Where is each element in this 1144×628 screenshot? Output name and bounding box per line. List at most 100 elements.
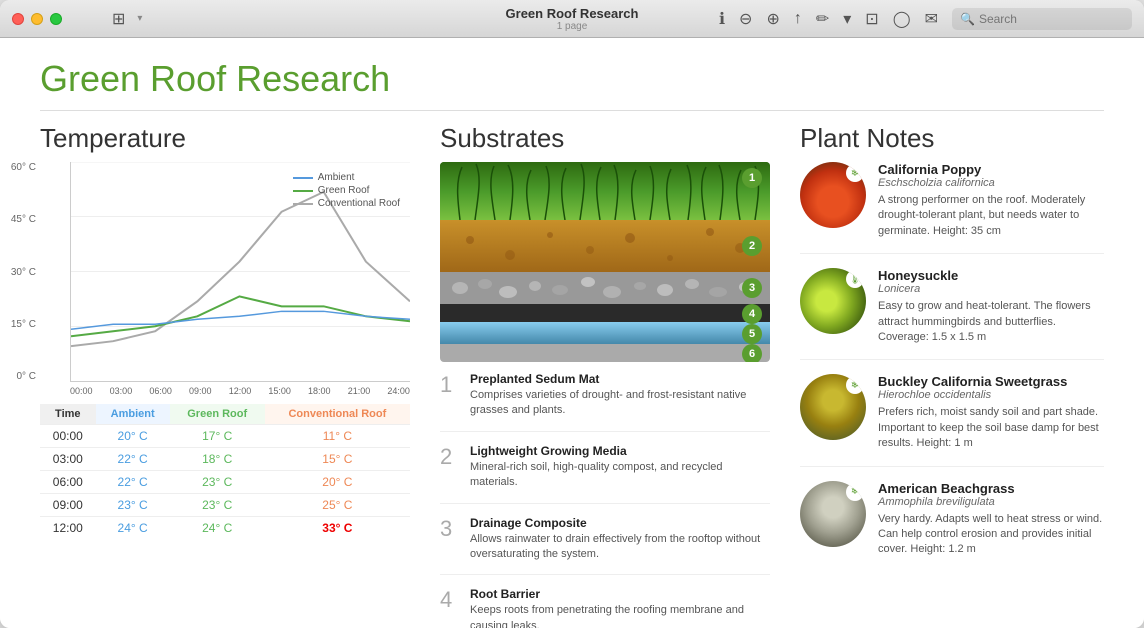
legend-ambient-line [293,177,313,179]
temperature-table: Time Ambient Green Roof Conventional Roo… [40,404,410,539]
x-label-1500: 15:00 [268,386,291,396]
x-axis-labels: 00:00 03:00 06:00 09:00 12:00 15:00 18:0… [70,386,410,396]
layer-5-blue: 5 [440,322,770,344]
plant-name: Buckley California Sweetgrass [878,374,1104,389]
plant-scientific: Eschscholzia californica [878,177,1104,189]
substrate-num: 1 [440,372,460,419]
substrate-title: Preplanted Sedum Mat [470,372,770,386]
minimize-button[interactable] [31,13,43,25]
user-icon[interactable]: ◯ [893,9,911,29]
resize-icon[interactable]: ⊡ [865,9,878,29]
plant-list: ❄ California Poppy Eschscholzia californ… [800,162,1104,572]
layer-4-membrane: 4 [440,304,770,322]
x-label-0000: 00:00 [70,386,93,396]
x-label-0600: 06:00 [149,386,172,396]
annotate-icon[interactable]: ✏ [816,9,829,29]
x-label-1800: 18:00 [308,386,331,396]
app-window: ⊞ ▾ Green Roof Research 1 page ℹ ⊖ ⊕ ↑ ✏… [0,0,1144,628]
plant-status-icon: ❄ [846,483,864,501]
titlebar: ⊞ ▾ Green Roof Research 1 page ℹ ⊖ ⊕ ↑ ✏… [0,0,1144,38]
plant-scientific: Hierochloe occidentalis [878,389,1104,401]
cell-green: 23° C [170,471,265,494]
cell-conv: 33° C [265,517,410,540]
cell-ambient: 23° C [96,494,170,517]
substrate-description: Keeps roots from penetrating the roofing… [470,603,770,628]
layer-1-grass: 1 [440,162,770,220]
layer-num-2: 2 [742,236,762,256]
zoom-out-icon[interactable]: ⊖ [739,9,752,29]
list-item: 3 Drainage Composite Allows rainwater to… [440,516,770,576]
substrates-section: Substrates 1 [440,123,770,628]
table-row: 06:00 22° C 23° C 20° C [40,471,410,494]
plant-description: A strong performer on the roof. Moderate… [878,193,1104,239]
list-item: 2 Lightweight Growing Media Mineral-rich… [440,444,770,504]
document-subtitle: 1 page [506,21,639,32]
plant-info: Honeysuckle Lonicera Easy to grow and he… [878,268,1104,345]
plant-name: California Poppy [878,162,1104,177]
share-icon[interactable]: ↑ [794,10,802,28]
substrate-text: Lightweight Growing Media Mineral-rich s… [470,444,770,491]
traffic-lights [12,13,62,25]
sidebar-toggle-icon[interactable]: ⊞ [112,9,125,29]
cell-time: 06:00 [40,471,96,494]
substrate-num: 4 [440,587,460,628]
cell-ambient: 24° C [96,517,170,540]
markup-icon[interactable]: ✉ [925,9,938,29]
layer-3-gravel: 3 [440,272,770,304]
substrate-title: Lightweight Growing Media [470,444,770,458]
y-axis-labels: 0° C 15° C 30° C 45° C 60° C [10,162,36,382]
layer-2-soil: 2 [440,220,770,272]
table-row: 03:00 22° C 18° C 15° C [40,448,410,471]
plant-info: Buckley California Sweetgrass Hierochloe… [878,374,1104,451]
cell-green: 18° C [170,448,265,471]
cell-conv: 11° C [265,425,410,448]
substrate-description: Allows rainwater to drain effectively fr… [470,532,770,563]
plant-notes-section: Plant Notes ❄ California Poppy Eschschol… [800,123,1104,628]
list-item: 🌡 Honeysuckle Lonicera Easy to grow and … [800,268,1104,360]
plant-status-icon: ❄ [846,376,864,394]
x-label-0900: 09:00 [189,386,212,396]
plant-photo: 🌡 [800,268,866,334]
cell-ambient: 22° C [96,448,170,471]
cell-green: 17° C [170,425,265,448]
layer-num-4: 4 [742,304,762,324]
table-row: 12:00 24° C 24° C 33° C [40,517,410,540]
legend-conv-label: Conventional Roof [318,198,400,209]
plant-scientific: Ammophila breviligulata [878,496,1104,508]
cell-conv: 15° C [265,448,410,471]
substrates-diagram: 1 [440,162,770,362]
close-button[interactable] [12,13,24,25]
info-icon[interactable]: ℹ [719,9,725,29]
col-green: Green Roof [170,404,265,425]
maximize-button[interactable] [50,13,62,25]
search-input[interactable] [979,12,1119,26]
cell-conv: 20° C [265,471,410,494]
list-item: 4 Root Barrier Keeps roots from penetrat… [440,587,770,628]
cell-green: 24° C [170,517,265,540]
zoom-in-icon[interactable]: ⊕ [766,9,779,29]
layer-6-concrete: 6 [440,344,770,362]
substrate-list: 1 Preplanted Sedum Mat Comprises varieti… [440,372,770,628]
document-content: Green Roof Research Temperature 0° C 15°… [0,38,1144,628]
substrates-title: Substrates [440,123,770,154]
chart-legend: Ambient Green Roof Conventional Roof [293,172,400,209]
layer-num-5: 5 [742,324,762,344]
search-icon: 🔍 [960,12,975,26]
page-title: Green Roof Research [40,58,1104,111]
legend-green: Green Roof [293,185,400,196]
cell-time: 12:00 [40,517,96,540]
list-item: ❄ California Poppy Eschscholzia californ… [800,162,1104,254]
chevron-down-icon[interactable]: ▾ [137,13,142,24]
plant-description: Easy to grow and heat-tolerant. The flow… [878,299,1104,345]
col-conv: Conventional Roof [265,404,410,425]
search-box[interactable]: 🔍 [952,8,1132,30]
cell-time: 09:00 [40,494,96,517]
cell-time: 03:00 [40,448,96,471]
plant-status-icon: ❄ [846,164,864,182]
y-label-45: 45° C [10,214,36,225]
layer-num-1: 1 [742,168,762,188]
substrate-text: Drainage Composite Allows rainwater to d… [470,516,770,563]
plant-description: Very hardy. Adapts well to heat stress o… [878,512,1104,558]
toolbar-chevron-icon[interactable]: ▾ [843,9,851,29]
plant-notes-title: Plant Notes [800,123,1104,154]
